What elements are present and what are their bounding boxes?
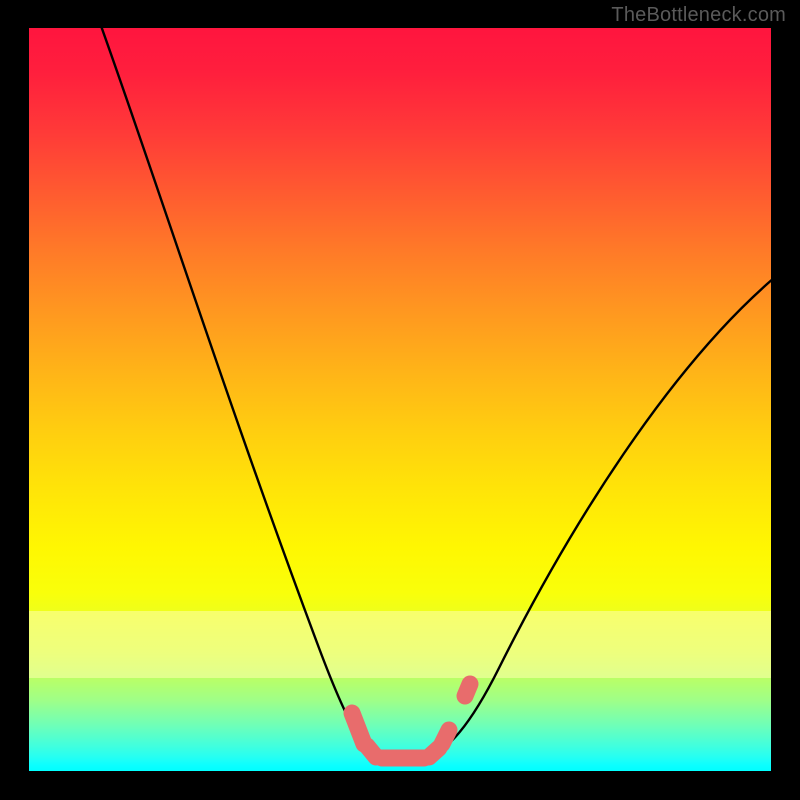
watermark-text: TheBottleneck.com (611, 4, 786, 27)
highlight-markers (352, 684, 470, 758)
bottleneck-curve (100, 28, 771, 756)
curve-layer (29, 28, 771, 771)
plot-area (29, 28, 771, 771)
chart-frame: TheBottleneck.com (0, 0, 800, 800)
